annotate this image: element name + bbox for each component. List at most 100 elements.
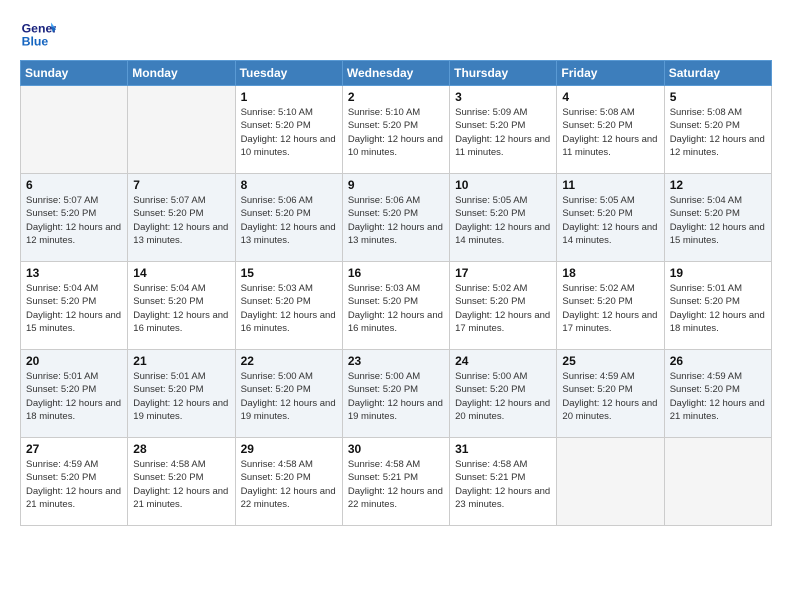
sunrise-text: Sunrise: 5:09 AM — [455, 106, 551, 119]
daylight-text: Daylight: 12 hours and 19 minutes. — [348, 397, 444, 424]
calendar-week-row: 27Sunrise: 4:59 AMSunset: 5:20 PMDayligh… — [21, 438, 772, 526]
day-number: 2 — [348, 90, 444, 104]
day-detail: Sunrise: 5:06 AMSunset: 5:20 PMDaylight:… — [348, 194, 444, 247]
logo-icon: General Blue — [20, 16, 56, 52]
daylight-text: Daylight: 12 hours and 14 minutes. — [455, 221, 551, 248]
sunrise-text: Sunrise: 5:03 AM — [241, 282, 337, 295]
calendar-cell: 31Sunrise: 4:58 AMSunset: 5:21 PMDayligh… — [450, 438, 557, 526]
col-header-friday: Friday — [557, 61, 664, 86]
day-detail: Sunrise: 5:09 AMSunset: 5:20 PMDaylight:… — [455, 106, 551, 159]
sunrise-text: Sunrise: 5:06 AM — [241, 194, 337, 207]
sunrise-text: Sunrise: 4:59 AM — [26, 458, 122, 471]
day-detail: Sunrise: 5:07 AMSunset: 5:20 PMDaylight:… — [26, 194, 122, 247]
day-number: 10 — [455, 178, 551, 192]
day-detail: Sunrise: 5:10 AMSunset: 5:20 PMDaylight:… — [348, 106, 444, 159]
sunset-text: Sunset: 5:20 PM — [348, 383, 444, 396]
calendar-cell: 20 Sunrise: 5:01 AMSunset: 5:20 PMDayligh… — [21, 350, 128, 438]
day-number: 17 — [455, 266, 551, 280]
day-number: 9 — [348, 178, 444, 192]
day-detail: Sunrise: 5:06 AMSunset: 5:20 PMDaylight:… — [241, 194, 337, 247]
calendar-cell: 8Sunrise: 5:06 AMSunset: 5:20 PMDaylight… — [235, 174, 342, 262]
day-detail: Sunrise: 5:05 AMSunset: 5:20 PMDaylight:… — [455, 194, 551, 247]
daylight-text: Daylight: 12 hours and 21 minutes. — [26, 485, 122, 512]
day-detail: Sunrise: 4:59 AMSunset: 5:20 PMDaylight:… — [670, 370, 766, 423]
sunset-text: Sunset: 5:20 PM — [562, 207, 658, 220]
daylight-text: Daylight: 12 hours and 17 minutes. — [562, 309, 658, 336]
day-detail: Sunrise: 5:00 AMSunset: 5:20 PMDaylight:… — [348, 370, 444, 423]
day-number: 6 — [26, 178, 122, 192]
calendar-cell: 17Sunrise: 5:02 AMSunset: 5:20 PMDayligh… — [450, 262, 557, 350]
sunrise-text: Sunrise: 5:04 AM — [133, 282, 229, 295]
sunset-text: Sunset: 5:20 PM — [455, 383, 551, 396]
daylight-text: Daylight: 12 hours and 18 minutes. — [26, 397, 122, 424]
calendar-cell: 26Sunrise: 4:59 AMSunset: 5:20 PMDayligh… — [664, 350, 771, 438]
col-header-monday: Monday — [128, 61, 235, 86]
day-detail: Sunrise: 4:58 AMSunset: 5:20 PMDaylight:… — [133, 458, 229, 511]
calendar-week-row: 6Sunrise: 5:07 AMSunset: 5:20 PMDaylight… — [21, 174, 772, 262]
sunrise-text: Sunrise: 5:01 AM — [133, 370, 229, 383]
header: General Blue — [20, 16, 772, 52]
page: General Blue SundayMondayTuesdayWednesda… — [0, 0, 792, 612]
calendar-cell: 21Sunrise: 5:01 AMSunset: 5:20 PMDayligh… — [128, 350, 235, 438]
sunrise-text: Sunrise: 5:04 AM — [26, 282, 122, 295]
daylight-text: Daylight: 12 hours and 10 minutes. — [348, 133, 444, 160]
sunset-text: Sunset: 5:20 PM — [670, 119, 766, 132]
day-number: 11 — [562, 178, 658, 192]
sunrise-text: Sunrise: 5:06 AM — [348, 194, 444, 207]
day-number: 20 — [26, 354, 122, 368]
sunrise-text: Sunrise: 5:01 AM — [26, 370, 122, 383]
sunset-text: Sunset: 5:20 PM — [241, 383, 337, 396]
calendar-cell: 27Sunrise: 4:59 AMSunset: 5:20 PMDayligh… — [21, 438, 128, 526]
day-detail: Sunrise: 4:58 AMSunset: 5:21 PMDaylight:… — [348, 458, 444, 511]
daylight-text: Daylight: 12 hours and 15 minutes. — [26, 309, 122, 336]
calendar-cell: 11Sunrise: 5:05 AMSunset: 5:20 PMDayligh… — [557, 174, 664, 262]
sunrise-text: Sunrise: 4:58 AM — [348, 458, 444, 471]
day-detail: Sunrise: 5:03 AMSunset: 5:20 PMDaylight:… — [348, 282, 444, 335]
sunset-text: Sunset: 5:20 PM — [455, 295, 551, 308]
daylight-text: Daylight: 12 hours and 16 minutes. — [241, 309, 337, 336]
sunset-text: Sunset: 5:20 PM — [133, 295, 229, 308]
calendar-cell: 12Sunrise: 5:04 AMSunset: 5:20 PMDayligh… — [664, 174, 771, 262]
day-detail: Sunrise: 5:01 AMSunset: 5:20 PMDaylight:… — [670, 282, 766, 335]
sunset-text: Sunset: 5:20 PM — [670, 295, 766, 308]
svg-text:General: General — [22, 21, 56, 35]
calendar-cell: 9 Sunrise: 5:06 AMSunset: 5:20 PMDaylight… — [342, 174, 449, 262]
calendar-cell: 10 Sunrise: 5:05 AMSunset: 5:20 PMDayligh… — [450, 174, 557, 262]
daylight-text: Daylight: 12 hours and 12 minutes. — [670, 133, 766, 160]
day-detail: Sunrise: 5:08 AMSunset: 5:20 PMDaylight:… — [562, 106, 658, 159]
logo: General Blue — [20, 16, 58, 52]
daylight-text: Daylight: 12 hours and 16 minutes. — [133, 309, 229, 336]
calendar-cell: 16 Sunrise: 5:03 AMSunset: 5:20 PMDayligh… — [342, 262, 449, 350]
daylight-text: Daylight: 12 hours and 11 minutes. — [562, 133, 658, 160]
sunrise-text: Sunrise: 4:58 AM — [133, 458, 229, 471]
calendar-cell: 1Sunrise: 5:10 AMSunset: 5:20 PMDaylight… — [235, 86, 342, 174]
sunset-text: Sunset: 5:20 PM — [562, 295, 658, 308]
day-detail: Sunrise: 4:58 AMSunset: 5:20 PMDaylight:… — [241, 458, 337, 511]
day-detail: Sunrise: 5:04 AMSunset: 5:20 PMDaylight:… — [133, 282, 229, 335]
calendar-cell: 7Sunrise: 5:07 AMSunset: 5:20 PMDaylight… — [128, 174, 235, 262]
day-number: 14 — [133, 266, 229, 280]
day-number: 4 — [562, 90, 658, 104]
calendar-week-row: 20Sunrise: 5:01 AMSunset: 5:20 PMDayligh… — [21, 350, 772, 438]
day-number: 28 — [133, 442, 229, 456]
day-detail: Sunrise: 5:01 AMSunset: 5:20 PMDaylight:… — [133, 370, 229, 423]
sunset-text: Sunset: 5:20 PM — [670, 207, 766, 220]
daylight-text: Daylight: 12 hours and 13 minutes. — [133, 221, 229, 248]
day-number: 16 — [348, 266, 444, 280]
sunset-text: Sunset: 5:20 PM — [133, 383, 229, 396]
day-number: 13 — [26, 266, 122, 280]
col-header-wednesday: Wednesday — [342, 61, 449, 86]
day-detail: Sunrise: 5:02 AMSunset: 5:20 PMDaylight:… — [562, 282, 658, 335]
col-header-thursday: Thursday — [450, 61, 557, 86]
day-detail: Sunrise: 5:01 AMSunset: 5:20 PMDaylight:… — [26, 370, 122, 423]
daylight-text: Daylight: 12 hours and 23 minutes. — [455, 485, 551, 512]
sunrise-text: Sunrise: 5:07 AM — [26, 194, 122, 207]
day-detail: Sunrise: 5:04 AMSunset: 5:20 PMDaylight:… — [26, 282, 122, 335]
calendar-cell — [664, 438, 771, 526]
sunrise-text: Sunrise: 5:10 AM — [348, 106, 444, 119]
daylight-text: Daylight: 12 hours and 13 minutes. — [348, 221, 444, 248]
daylight-text: Daylight: 12 hours and 15 minutes. — [670, 221, 766, 248]
calendar-cell — [128, 86, 235, 174]
sunset-text: Sunset: 5:21 PM — [348, 471, 444, 484]
daylight-text: Daylight: 12 hours and 12 minutes. — [26, 221, 122, 248]
